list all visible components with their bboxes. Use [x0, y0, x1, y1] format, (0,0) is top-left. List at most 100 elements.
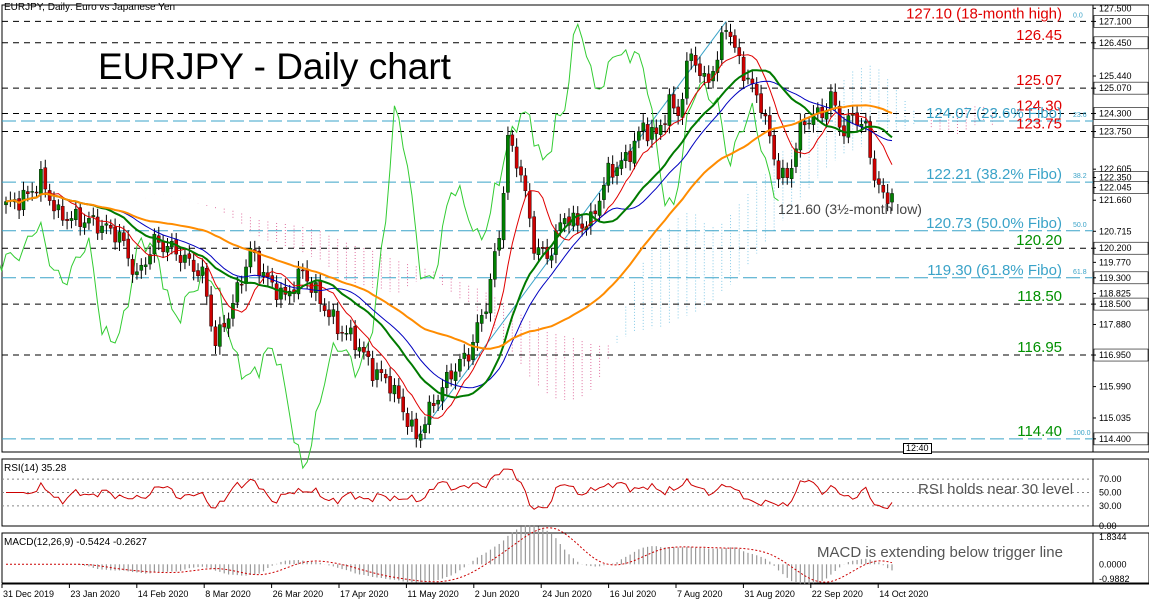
macd-axis-label: -0.9882 — [1099, 574, 1130, 584]
axis-price-label: 120.715 — [1099, 226, 1132, 236]
candle-body — [750, 78, 755, 84]
candle-body — [519, 166, 523, 176]
price-axis: 127.500 127.100 126.450 125.440 125.070 124.3… — [1093, 3, 1149, 446]
candle-body — [357, 347, 362, 352]
axis-price-label: 127.100 — [1099, 16, 1132, 26]
candle-body — [135, 271, 139, 275]
candle-body — [541, 247, 545, 249]
candle-body — [628, 150, 632, 162]
fib-tag-0: 0.0 — [1073, 12, 1083, 19]
candle-body — [632, 140, 637, 164]
macd-signal-line — [6, 527, 893, 583]
candle-body — [401, 396, 405, 413]
candle-body — [60, 206, 65, 221]
time-label: 11 May 2020 — [407, 589, 458, 599]
candle-body — [645, 124, 650, 142]
candle-body — [56, 204, 61, 211]
candle-body — [174, 239, 179, 255]
candle-body — [746, 77, 750, 80]
axis-price-label: 117.880 — [1099, 319, 1131, 329]
candle-body — [196, 270, 200, 277]
candle-body — [610, 164, 615, 178]
chart-header: EURJPY, Daily: Euro vs Japanese Yen — [4, 2, 176, 13]
rsi-note: RSI holds near 30 level — [918, 481, 1074, 498]
axis-price-label: 119.770 — [1099, 257, 1131, 267]
chart-title: EURJPY - Daily chart — [98, 46, 451, 87]
candle-body — [479, 315, 484, 324]
candle-body — [554, 230, 558, 255]
candle-body — [458, 359, 462, 372]
candle-body — [527, 191, 532, 219]
candle-body — [506, 135, 510, 193]
candle-body — [414, 418, 419, 439]
time-axis: 31 Dec 2019 23 Jan 2020 14 Feb 2020 8 Mar 2… — [1, 584, 928, 599]
fibo-trendline — [415, 21, 727, 440]
candle-body — [602, 185, 606, 200]
candle-body — [846, 115, 851, 138]
candle-body — [466, 354, 471, 362]
time-label: 2 Jun 2020 — [475, 589, 520, 599]
time-label: 24 Jun 2020 — [542, 589, 592, 599]
candle-body — [388, 376, 392, 394]
axis-price-label: 118.500 — [1099, 299, 1131, 309]
candle-body — [580, 223, 584, 229]
candle-body — [318, 281, 323, 305]
time-label: 14 Feb 2020 — [138, 589, 189, 599]
axis-price-label: 123.750 — [1099, 127, 1132, 137]
candle-body — [689, 53, 694, 61]
level-label-10: 118.50 — [1017, 288, 1062, 305]
candle-body — [244, 266, 248, 284]
kijun-line — [5, 80, 893, 389]
candle-body — [322, 305, 327, 311]
candle-body — [331, 309, 336, 317]
candle-body — [344, 333, 349, 335]
candle-body — [833, 91, 838, 106]
time-label: 17 Apr 2020 — [340, 589, 389, 599]
candle-body — [87, 218, 91, 224]
candle-body — [698, 63, 702, 76]
level-label-11: 116.95 — [1017, 339, 1062, 356]
candle-body — [43, 167, 48, 190]
axis-price-label: 114.400 — [1099, 434, 1131, 444]
time-label: 31 Dec 2019 — [3, 589, 54, 599]
level-label-7: 120.73 (50.0% Fibo) — [926, 215, 1062, 232]
candle-body — [493, 251, 497, 280]
candle-body — [143, 264, 148, 267]
candle-body — [798, 121, 803, 151]
candle-body — [785, 168, 790, 178]
candle-body — [213, 326, 218, 346]
chikou-span — [0, 22, 779, 470]
time-box: 12:40 — [903, 443, 932, 454]
rsi-panel: 70.00 50.00 30.00 0.00 — [2, 468, 1122, 531]
candle-body — [776, 160, 781, 180]
candle-body — [855, 112, 859, 126]
candle-body — [510, 134, 515, 146]
rsi-axis-label: 0.00 — [1099, 521, 1117, 531]
candle-body — [680, 99, 685, 118]
rsi-line — [6, 468, 893, 510]
candle-body — [807, 122, 811, 125]
candle-body — [597, 200, 602, 216]
level-labels: 127.10 (18-month high) 0.0126.45125.07124… — [778, 5, 1091, 439]
candle-body — [781, 167, 785, 178]
rsi-axis-label: 50.00 — [1099, 488, 1122, 498]
candle-body — [410, 419, 414, 427]
candle-body — [623, 152, 628, 161]
candle-body — [650, 127, 654, 140]
candle-body — [82, 222, 87, 228]
level-label-1: 126.45 — [1016, 27, 1062, 44]
candle-body — [501, 193, 506, 241]
candle-body — [872, 158, 877, 181]
candle-body — [187, 253, 192, 259]
candle-body — [637, 131, 641, 141]
candle-body — [671, 94, 676, 109]
ma-mid-line — [5, 69, 893, 399]
fib-tag-7: 50.0 — [1073, 222, 1087, 229]
candle-body — [239, 283, 244, 286]
time-label: 7 Aug 2020 — [677, 589, 723, 599]
axis-price-label: 127.500 — [1099, 3, 1132, 13]
candle-body — [34, 191, 39, 194]
candle-body — [305, 268, 309, 282]
axis-price-label: 122.045 — [1099, 183, 1132, 193]
candle-body — [327, 309, 331, 318]
